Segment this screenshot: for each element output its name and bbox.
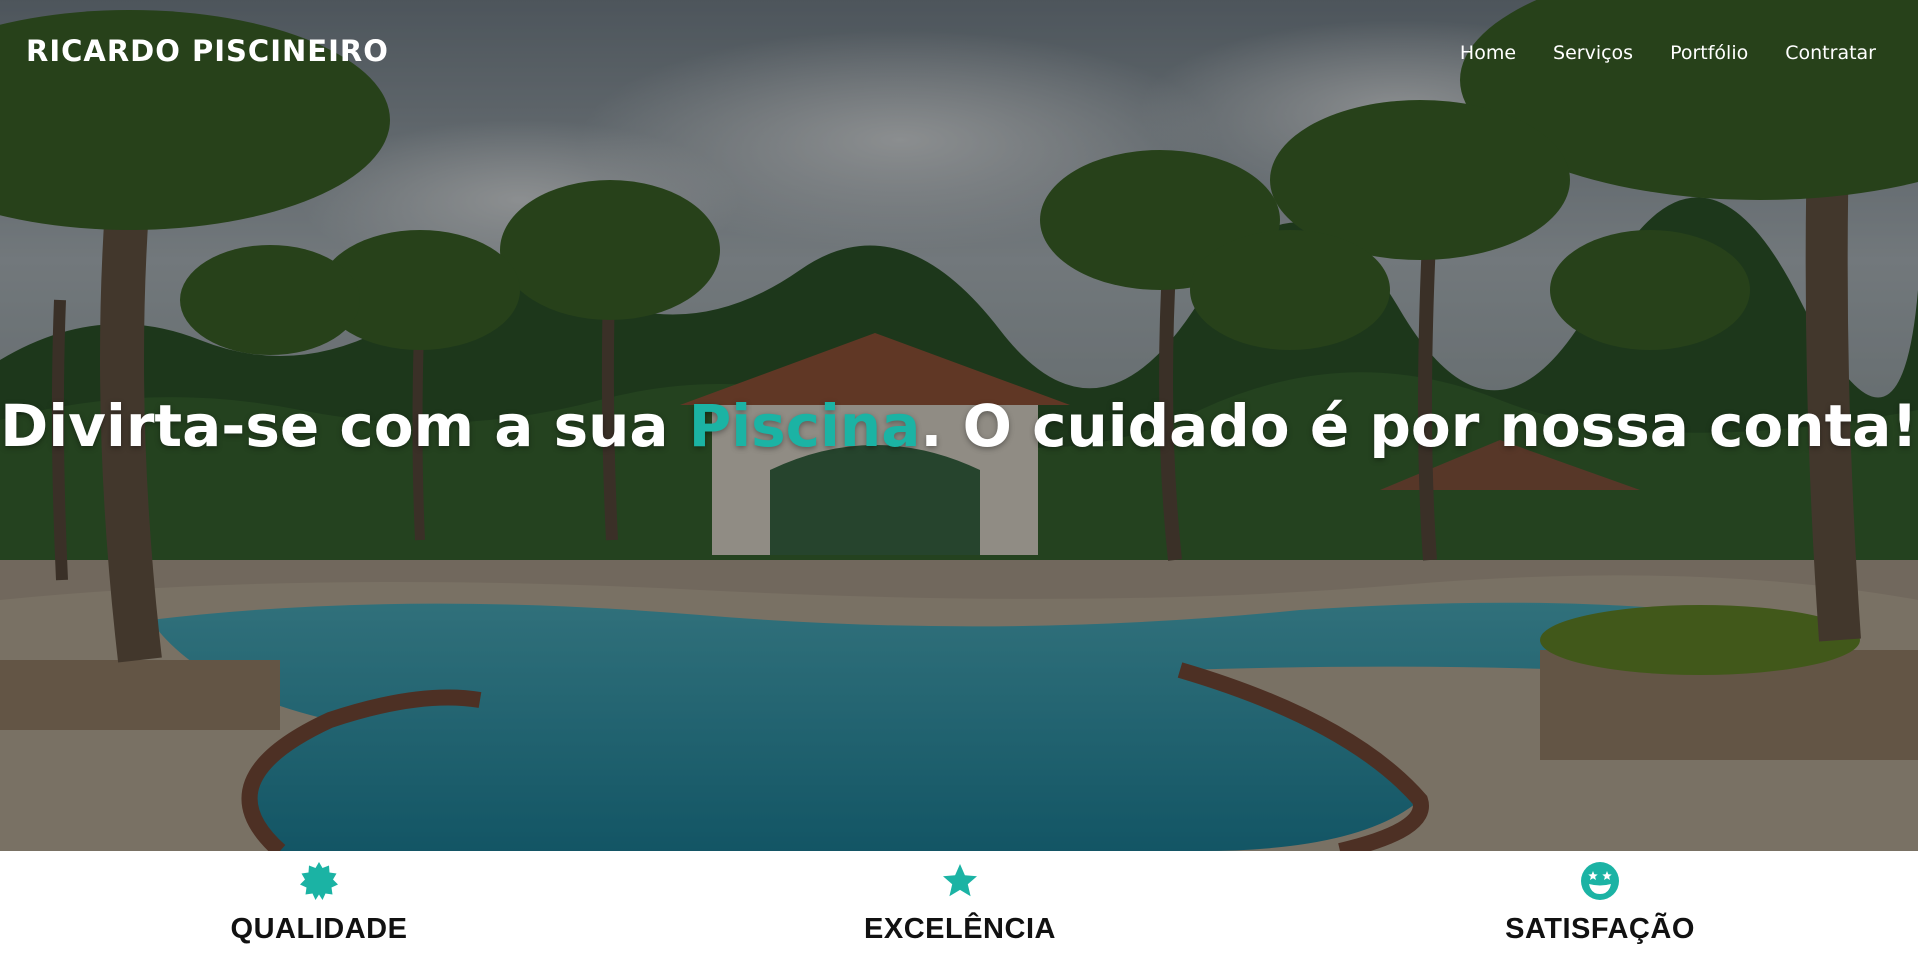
nav-link-home[interactable]: Home [1460,42,1516,64]
grin-stars-icon [1581,862,1619,900]
feature-label: EXCELÊNCIA [864,913,1056,945]
nav-link-contratar[interactable]: Contratar [1785,42,1876,64]
brand-logo[interactable]: RICARDO PISCINEIRO [26,34,389,68]
feature-qualidade: QUALIDADE [139,861,499,946]
feature-label: SATISFAÇÃO [1505,913,1695,945]
feature-label: QUALIDADE [230,913,408,945]
feature-excelencia: EXCELÊNCIA [780,861,1140,946]
hero-headline-after: . O cuidado é por nossa conta! [920,392,1918,460]
top-navbar: RICARDO PISCINEIRO Home Serviços Portfól… [0,0,1918,110]
nav-link-portfolio[interactable]: Portfólio [1670,42,1748,64]
hero-headline: Divirta-se com a sua Piscina. O cuidado … [0,392,1918,460]
nav-menu: Home Serviços Portfólio Contratar [1460,42,1876,64]
hero-headline-before: Divirta-se com a sua [0,392,689,460]
nav-link-servicos[interactable]: Serviços [1553,42,1633,64]
features-section: QUALIDADE EXCELÊNCIA SATISFAÇÃO [0,851,1918,968]
star-icon [943,864,977,897]
feature-satisfacao: SATISFAÇÃO [1420,861,1780,946]
hero-headline-accent: Piscina [688,392,921,460]
certificate-badge-icon [300,862,338,900]
